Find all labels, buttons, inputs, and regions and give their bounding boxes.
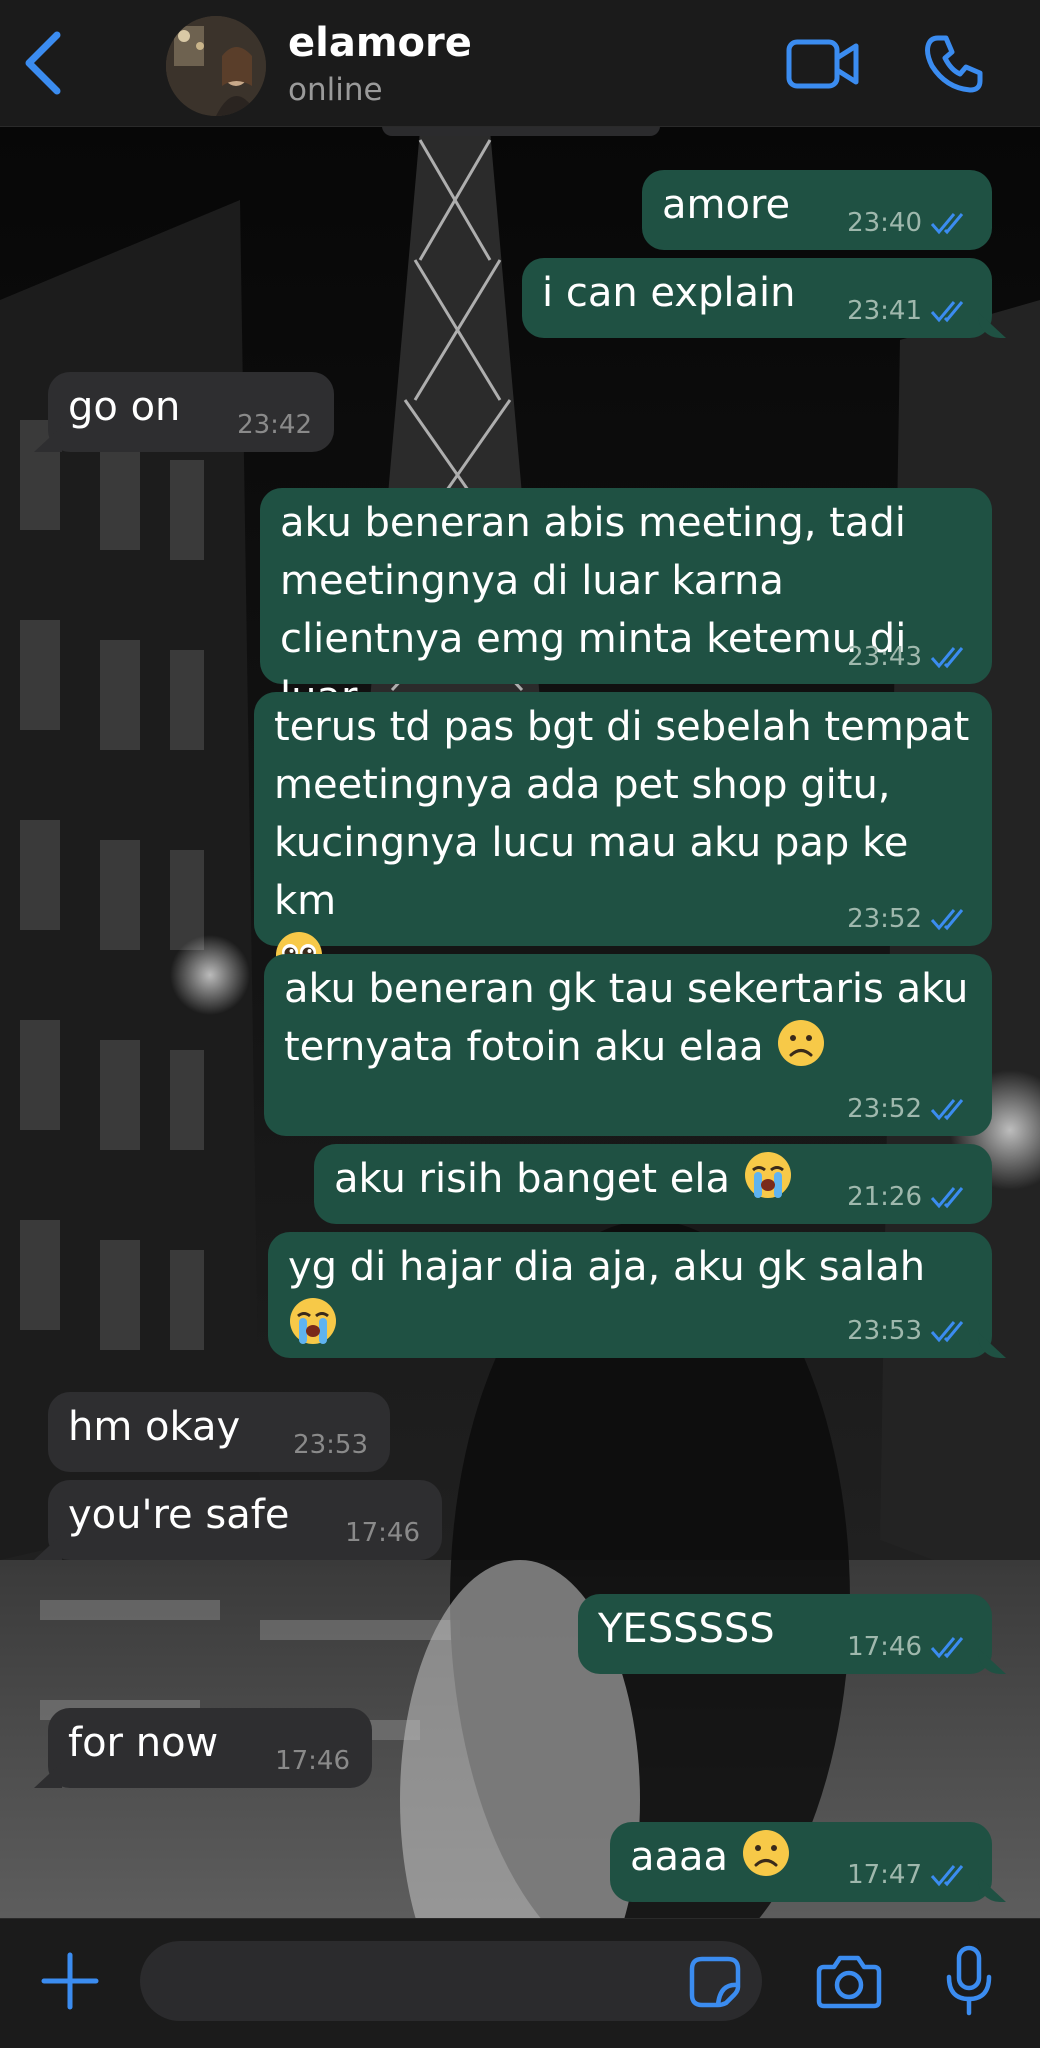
message-text: aku beneran gk tau sekertaris aku ternya… (284, 966, 982, 1070)
message-text: aku risih banget ela (334, 1156, 730, 1202)
message-text: go on (68, 384, 181, 430)
message-time: 17:46 (345, 1518, 420, 1548)
composer-bar (0, 1918, 1040, 2048)
chat-screen: elamore online amore 23:40 i can explain… (0, 0, 1040, 2048)
message-time: 23:53 (847, 1316, 922, 1346)
message-time: 17:46 (275, 1746, 350, 1776)
message-list[interactable]: amore 23:40 i can explain 23:41 go on 23… (0, 126, 1040, 1918)
message-text: i can explain (542, 270, 796, 316)
message-meta: 21:26 (847, 1182, 970, 1212)
microphone-icon (946, 1945, 992, 2016)
incoming-message[interactable]: for now 17:46 (48, 1708, 372, 1788)
outgoing-message[interactable]: terus td pas bgt di sebelah tempat meeti… (254, 692, 992, 978)
message-time: 23:53 (293, 1430, 368, 1460)
microphone-button[interactable] (944, 1945, 994, 2017)
outgoing-message[interactable]: aku beneran abis meeting, tadi meetingny… (260, 488, 992, 720)
contact-status: online (288, 72, 383, 108)
message-time: 23:43 (847, 642, 922, 672)
message-text: hm okay (68, 1404, 241, 1450)
message-meta: 17:46 (275, 1746, 350, 1776)
message-meta: 23:53 (847, 1316, 970, 1346)
double-check-icon (930, 1865, 964, 1887)
message-time: 17:46 (847, 1632, 922, 1662)
outgoing-message[interactable]: aaaa 17:47 (610, 1822, 992, 1902)
double-check-icon (930, 1321, 964, 1343)
message-text: YESSSSS (598, 1606, 775, 1652)
message-text: aku beneran abis meeting, tadi meetingny… (280, 500, 907, 720)
double-check-icon (930, 909, 964, 931)
double-check-icon (930, 647, 964, 669)
attach-button[interactable] (38, 1949, 102, 2013)
message-text: terus td pas bgt di sebelah tempat meeti… (274, 704, 982, 924)
message-meta: 23:53 (293, 1430, 368, 1460)
message-meta: 17:47 (847, 1860, 970, 1890)
sticker-icon (689, 1956, 741, 2008)
camera-icon (816, 1955, 882, 2009)
incoming-message[interactable]: go on 23:42 (48, 372, 334, 452)
contact-name[interactable]: elamore (288, 20, 472, 66)
voice-call-button[interactable] (924, 34, 984, 94)
message-meta: 23:40 (847, 208, 970, 238)
message-time: 23:42 (237, 410, 312, 440)
avatar-photo (166, 16, 266, 116)
message-text: you're safe (68, 1492, 290, 1538)
message-text: aaaa (630, 1834, 729, 1880)
message-meta: 17:46 (345, 1518, 420, 1548)
loudly-crying-face-emoji-icon (290, 1298, 336, 1344)
message-text: for now (68, 1720, 219, 1766)
double-check-icon (930, 213, 964, 235)
double-check-icon (930, 1099, 964, 1121)
message-text: yg di hajar dia aja, aku gk salah (288, 1244, 926, 1290)
outgoing-message[interactable]: i can explain 23:41 (522, 258, 992, 338)
outgoing-message[interactable]: amore 23:40 (642, 170, 992, 250)
outgoing-message[interactable]: YESSSSS 17:46 (578, 1594, 992, 1674)
video-call-button[interactable] (786, 36, 860, 92)
message-text: amore (662, 182, 791, 228)
incoming-message[interactable]: hm okay 23:53 (48, 1392, 390, 1472)
camera-button[interactable] (816, 1953, 882, 2009)
message-meta: 23:43 (847, 642, 970, 672)
back-chevron-icon (25, 31, 61, 95)
frowning-face-emoji-icon (742, 1830, 789, 1876)
message-meta: 23:41 (847, 296, 970, 326)
loudly-crying-face-emoji-icon (744, 1152, 791, 1198)
message-time: 23:52 (847, 1094, 922, 1124)
double-check-icon (930, 1637, 964, 1659)
message-meta: 23:52 (847, 904, 970, 934)
plus-icon (41, 1952, 99, 2010)
message-input[interactable] (140, 1941, 762, 2021)
outgoing-message[interactable]: yg di hajar dia aja, aku gk salah 23:53 (268, 1232, 992, 1358)
message-time: 23:41 (847, 296, 922, 326)
phone-icon (925, 35, 983, 93)
frowning-face-emoji-icon (778, 1020, 825, 1066)
message-time: 23:52 (847, 904, 922, 934)
chat-header: elamore online (0, 0, 1040, 127)
incoming-message[interactable]: you're safe 17:46 (48, 1480, 442, 1560)
outgoing-message[interactable]: aku beneran gk tau sekertaris aku ternya… (264, 954, 992, 1136)
contact-avatar[interactable] (166, 16, 266, 116)
message-meta: 17:46 (847, 1632, 970, 1662)
message-meta: 23:42 (237, 410, 312, 440)
double-check-icon (930, 1187, 964, 1209)
message-meta: 23:52 (847, 1094, 970, 1124)
message-time: 23:40 (847, 208, 922, 238)
message-time: 17:47 (847, 1860, 922, 1890)
outgoing-message[interactable]: aku risih banget ela 21:26 (314, 1144, 992, 1224)
previous-message-edge (382, 126, 660, 136)
message-time: 21:26 (847, 1182, 922, 1212)
sticker-button[interactable] (688, 1955, 742, 2009)
back-button[interactable] (18, 28, 68, 98)
double-check-icon (930, 301, 964, 323)
video-camera-icon (786, 39, 859, 89)
